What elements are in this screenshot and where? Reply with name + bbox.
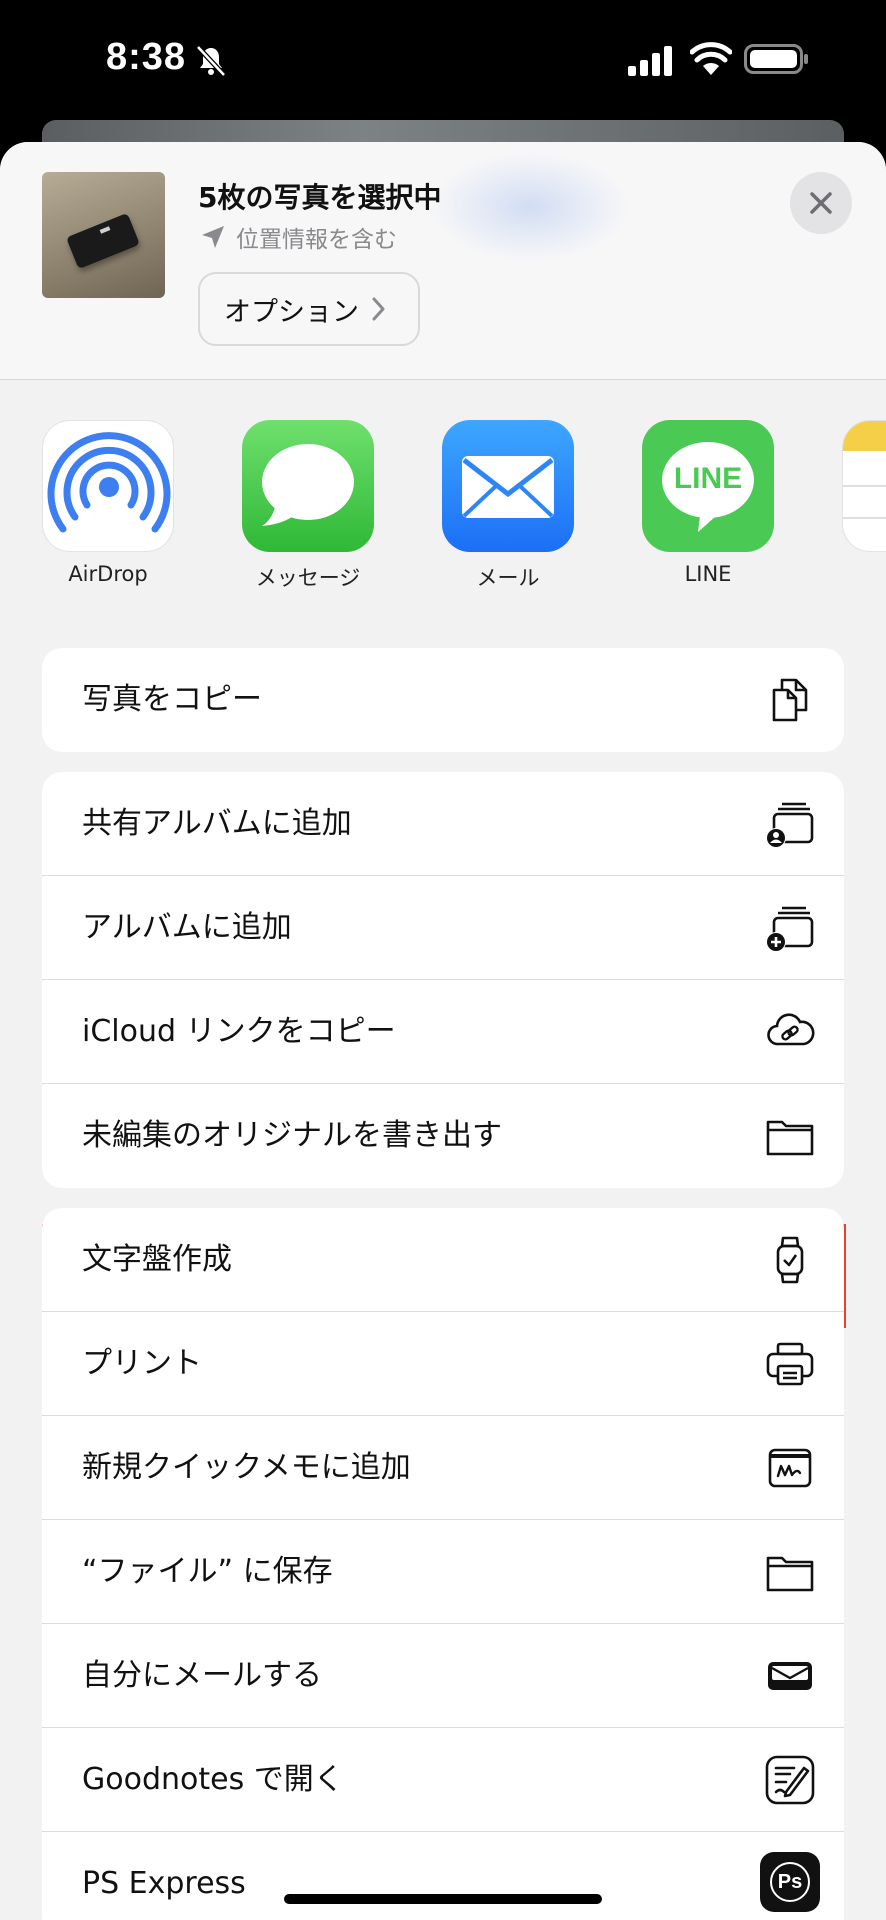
location-subtitle-text: 位置情報を含む [236, 227, 397, 253]
action-label: 未編集のオリジナルを書き出す [82, 1118, 502, 1153]
header-glow [430, 152, 630, 262]
folder-icon [766, 1556, 814, 1592]
share-sheet: 5枚の写真を選択中 位置情報を含む オプション AirDrop メッセージ メー… [0, 142, 886, 1920]
action-label: “ファイル” に保存 [82, 1554, 333, 1589]
app-messages[interactable]: メッセージ [242, 420, 374, 592]
action-add-quick-note[interactable]: 新規クイックメモに追加 [42, 1416, 844, 1520]
mail-icon [442, 420, 574, 552]
action-label: 自分にメールする [82, 1658, 322, 1693]
share-app-row: AirDrop メッセージ メール LINE LINE [0, 420, 886, 590]
notes-icon-line [843, 517, 886, 519]
app-line[interactable]: LINE LINE [642, 420, 774, 586]
action-save-to-files[interactable]: “ファイル” に保存 [42, 1520, 844, 1624]
add-album-icon [766, 906, 814, 952]
copy-icon [772, 678, 808, 722]
action-group-copy: 写真をコピー [42, 648, 844, 752]
app-label: AirDrop [68, 562, 148, 586]
action-export-unmodified-original[interactable]: 未編集のオリジナルを書き出す [42, 1084, 844, 1188]
notes-icon-line [843, 485, 886, 487]
messages-icon [242, 420, 374, 552]
location-arrow-icon [202, 226, 224, 248]
action-label: Goodnotes で開く [82, 1762, 344, 1797]
action-add-shared-album[interactable]: 共有アルバムに追加 [42, 772, 844, 876]
chevron-right-icon [372, 297, 385, 321]
action-label: iCloud リンクをコピー [82, 1014, 396, 1049]
notes-icon [842, 420, 886, 552]
options-button[interactable]: オプション [198, 272, 420, 346]
goodnotes-icon [765, 1755, 815, 1805]
action-label: 新規クイックメモに追加 [82, 1450, 411, 1485]
options-button-label: オプション [224, 296, 359, 328]
app-label: メッセージ [255, 566, 361, 590]
action-label: 写真をコピー [82, 682, 262, 717]
printer-icon [766, 1342, 814, 1386]
app-label: LINE [684, 562, 732, 586]
status-bar: 8:38 [0, 0, 886, 120]
selection-title: 5枚の写真を選択中 [198, 181, 442, 214]
action-group-more: 文字盤作成 プリント 新規クイックメモに追加 “ファイル” に保存 自分にメール… [42, 1208, 844, 1920]
action-copy-icloud-link[interactable]: iCloud リンクをコピー [42, 980, 844, 1084]
line-logo-text: LINE [673, 462, 743, 495]
action-label: アルバムに追加 [82, 910, 292, 945]
shared-album-icon [766, 802, 814, 848]
thumbnail-device [66, 212, 140, 270]
line-icon: LINE [642, 420, 774, 552]
close-icon [810, 192, 832, 214]
quick-note-icon [768, 1448, 812, 1488]
action-label: 文字盤作成 [82, 1242, 232, 1277]
action-group-album: 共有アルバムに追加 アルバムに追加 iCloud リンクをコピー 未編集のオリジ… [42, 772, 844, 1188]
watch-icon [776, 1236, 804, 1284]
action-print[interactable]: プリント [42, 1312, 844, 1416]
notes-icon-header [843, 421, 886, 451]
mail-self-icon [768, 1662, 812, 1690]
action-label: 共有アルバムに追加 [82, 806, 352, 841]
battery-icon [744, 44, 808, 74]
ps-express-icon: Ps [760, 1852, 820, 1912]
action-copy-photos[interactable]: 写真をコピー [42, 648, 844, 752]
close-button[interactable] [790, 172, 852, 234]
app-airdrop[interactable]: AirDrop [42, 420, 174, 586]
cellular-signal-icon [628, 46, 672, 76]
app-notes[interactable] [842, 420, 886, 552]
home-indicator[interactable] [284, 1894, 602, 1904]
ps-logo-text: Ps [777, 1870, 803, 1893]
action-create-watch-face[interactable]: 文字盤作成 [42, 1208, 844, 1312]
app-label: メール [476, 566, 540, 590]
ps-express-logo: Ps [770, 1862, 810, 1902]
action-add-album[interactable]: アルバムに追加 [42, 876, 844, 980]
share-sheet-header: 5枚の写真を選択中 位置情報を含む オプション [0, 142, 886, 380]
action-label: PS Express [82, 1866, 246, 1901]
wifi-icon [690, 42, 732, 75]
airdrop-icon [42, 420, 174, 552]
location-subtitle: 位置情報を含む [200, 220, 397, 254]
action-label: プリント [82, 1346, 202, 1381]
silent-bell-icon [196, 45, 226, 77]
photo-thumbnail [42, 172, 165, 298]
folder-icon [766, 1120, 814, 1156]
icloud-link-icon [767, 1013, 815, 1046]
action-mail-to-self[interactable]: 自分にメールする [42, 1624, 844, 1728]
action-open-in-goodnotes[interactable]: Goodnotes で開く [42, 1728, 844, 1832]
action-ps-express[interactable]: PS Express Ps [42, 1832, 844, 1920]
app-mail[interactable]: メール [442, 420, 574, 592]
status-time: 8:38 [106, 36, 187, 78]
